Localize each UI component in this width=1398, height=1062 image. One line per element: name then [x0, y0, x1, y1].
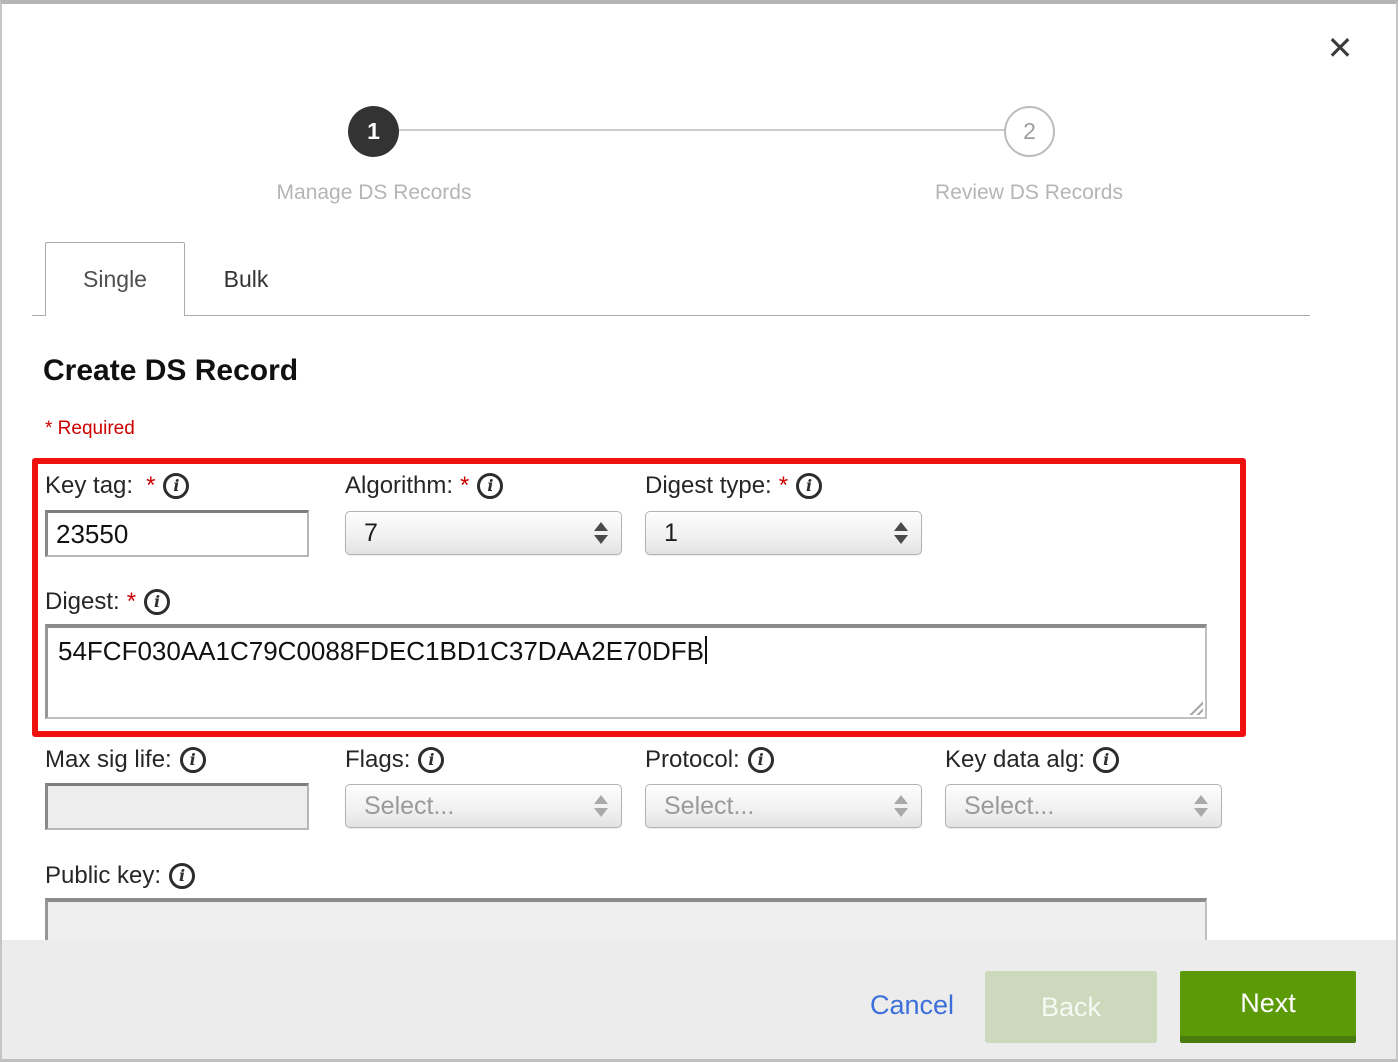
public-key-label-text: Public key:	[45, 862, 161, 890]
digest-label: Digest: * i	[45, 587, 170, 617]
step-1-label: Manage DS Records	[174, 181, 574, 205]
max-sig-life-input[interactable]	[45, 783, 309, 830]
close-icon[interactable]: ✕	[1320, 28, 1360, 68]
digest-type-select[interactable]: 1	[645, 511, 922, 555]
flags-select-value: Select...	[364, 792, 454, 821]
key-data-alg-label: Key data alg: i	[945, 745, 1119, 775]
protocol-label: Protocol: i	[645, 745, 774, 775]
digest-type-label: Digest type: * i	[645, 471, 822, 501]
key-tag-label-text: Key tag:	[45, 472, 133, 500]
select-spinner-icon	[1194, 795, 1208, 817]
required-asterisk: *	[779, 472, 788, 500]
key-tag-input[interactable]	[45, 510, 309, 557]
digest-label-text: Digest:	[45, 588, 120, 616]
key-data-alg-select-value: Select...	[964, 792, 1054, 821]
tab-bulk[interactable]: Bulk	[186, 242, 306, 316]
flags-label: Flags: i	[345, 745, 444, 775]
max-sig-life-label: Max sig life: i	[45, 745, 206, 775]
page-title: Create DS Record	[43, 354, 298, 388]
key-data-alg-select[interactable]: Select...	[945, 784, 1222, 828]
flags-label-text: Flags:	[345, 746, 410, 774]
required-asterisk: *	[460, 472, 469, 500]
flags-select[interactable]: Select...	[345, 784, 622, 828]
info-icon[interactable]: i	[169, 863, 195, 889]
info-icon[interactable]: i	[180, 747, 206, 773]
required-note: * Required	[45, 418, 135, 440]
algorithm-select[interactable]: 7	[345, 511, 622, 555]
next-button[interactable]: Next	[1180, 971, 1356, 1043]
info-icon[interactable]: i	[477, 473, 503, 499]
select-spinner-icon	[594, 522, 608, 544]
digest-type-select-value: 1	[664, 519, 678, 548]
select-spinner-icon	[894, 795, 908, 817]
text-cursor	[705, 636, 707, 664]
required-asterisk: *	[146, 472, 155, 500]
required-asterisk: *	[127, 588, 136, 616]
algorithm-select-value: 7	[364, 519, 378, 548]
create-ds-record-dialog: ✕ 1 2 Manage DS Records Review DS Record…	[0, 0, 1398, 1062]
public-key-label: Public key: i	[45, 861, 195, 891]
step-1-circle: 1	[348, 106, 399, 157]
info-icon[interactable]: i	[748, 747, 774, 773]
digest-value: 54FCF030AA1C79C0088FDEC1BD1C37DAA2E70DFB	[58, 636, 704, 666]
info-icon[interactable]: i	[796, 473, 822, 499]
algorithm-label: Algorithm: * i	[345, 471, 503, 501]
algorithm-label-text: Algorithm:	[345, 472, 453, 500]
select-spinner-icon	[894, 522, 908, 544]
tab-single[interactable]: Single	[45, 242, 185, 316]
digest-textarea[interactable]: 54FCF030AA1C79C0088FDEC1BD1C37DAA2E70DFB	[45, 624, 1207, 719]
step-2-circle: 2	[1004, 106, 1055, 157]
info-icon[interactable]: i	[144, 589, 170, 615]
digest-type-label-text: Digest type:	[645, 472, 772, 500]
resize-grip-icon[interactable]	[1187, 699, 1203, 715]
protocol-select[interactable]: Select...	[645, 784, 922, 828]
key-data-alg-label-text: Key data alg:	[945, 746, 1085, 774]
stepper-connector	[398, 129, 1006, 131]
info-icon[interactable]: i	[418, 747, 444, 773]
info-icon[interactable]: i	[163, 473, 189, 499]
key-tag-label: Key tag: * i	[45, 471, 189, 501]
select-spinner-icon	[594, 795, 608, 817]
cancel-button[interactable]: Cancel	[870, 990, 954, 1021]
protocol-select-value: Select...	[664, 792, 754, 821]
max-sig-life-label-text: Max sig life:	[45, 746, 172, 774]
back-button[interactable]: Back	[985, 971, 1157, 1043]
protocol-label-text: Protocol:	[645, 746, 740, 774]
public-key-textarea[interactable]	[45, 898, 1207, 944]
dialog-footer: Cancel Back Next	[2, 940, 1396, 1059]
info-icon[interactable]: i	[1093, 747, 1119, 773]
step-2-label: Review DS Records	[829, 181, 1229, 205]
